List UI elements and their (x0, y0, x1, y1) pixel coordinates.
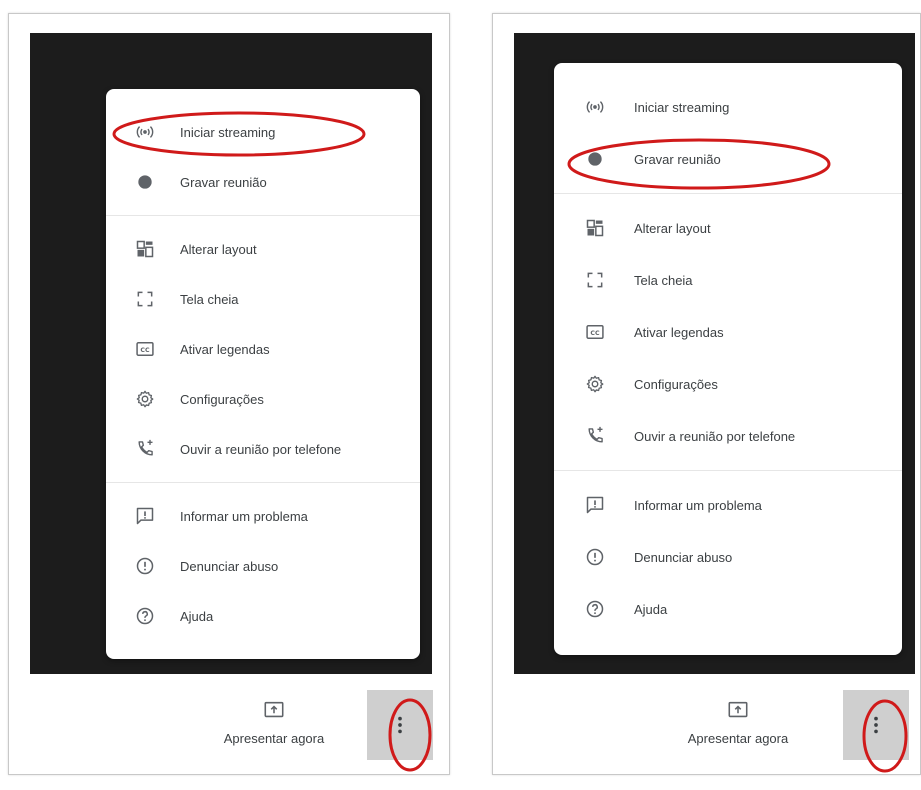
meet-window-left: Iniciar streaming Gravar reunião Alterar… (8, 13, 450, 775)
menu-item-settings[interactable]: Configurações (106, 374, 420, 424)
present-now-button[interactable]: Apresentar agora (663, 699, 813, 746)
more-options-button[interactable] (843, 690, 909, 760)
fullscreen-icon (584, 269, 606, 291)
menu-item-report-problem[interactable]: Informar um problema (554, 479, 902, 531)
menu-group-view: Alterar layout Tela cheia Ativar legenda… (554, 202, 902, 462)
meet-window-right: Iniciar streaming Gravar reunião Alterar… (492, 13, 921, 775)
menu-item-label: Configurações (180, 391, 264, 407)
menu-item-report-abuse[interactable]: Denunciar abuso (106, 541, 420, 591)
menu-item-report-problem[interactable]: Informar um problema (106, 491, 420, 541)
settings-icon (584, 373, 606, 395)
menu-group-recording: Iniciar streaming Gravar reunião (106, 89, 420, 207)
help-icon (134, 605, 156, 627)
menu-divider (106, 482, 420, 483)
menu-item-label: Ouvir a reunião por telefone (634, 428, 796, 444)
meeting-bottom-bar: Apresentar agora (9, 674, 449, 774)
menu-item-start-streaming[interactable]: Iniciar streaming (554, 81, 902, 133)
present-screen-icon (727, 699, 749, 721)
menu-group-recording: Iniciar streaming Gravar reunião (554, 63, 902, 185)
menu-item-label: Tela cheia (634, 272, 693, 288)
report-icon (134, 555, 156, 577)
fullscreen-icon (134, 288, 156, 310)
layout-icon (584, 217, 606, 239)
menu-item-label: Tela cheia (180, 291, 239, 307)
help-icon (584, 598, 606, 620)
menu-item-label: Ajuda (634, 601, 668, 617)
streaming-icon (584, 96, 606, 118)
menu-item-fullscreen[interactable]: Tela cheia (106, 274, 420, 324)
menu-item-label: Alterar layout (180, 241, 257, 257)
more-options-menu: Iniciar streaming Gravar reunião Alterar… (554, 63, 902, 655)
menu-item-captions[interactable]: Ativar legendas (554, 306, 902, 358)
menu-item-record-meeting[interactable]: Gravar reunião (554, 133, 902, 185)
menu-item-label: Iniciar streaming (180, 124, 276, 140)
menu-group-view: Alterar layout Tela cheia Ativar legenda… (106, 224, 420, 474)
captions-icon (584, 321, 606, 343)
menu-item-label: Ativar legendas (634, 324, 724, 340)
menu-item-captions[interactable]: Ativar legendas (106, 324, 420, 374)
menu-item-label: Iniciar streaming (634, 99, 730, 115)
menu-item-change-layout[interactable]: Alterar layout (106, 224, 420, 274)
menu-item-settings[interactable]: Configurações (554, 358, 902, 410)
menu-divider (106, 215, 420, 216)
streaming-icon (134, 121, 156, 143)
more-options-menu: Iniciar streaming Gravar reunião Alterar… (106, 89, 420, 659)
menu-item-label: Configurações (634, 376, 718, 392)
layout-icon (134, 238, 156, 260)
menu-item-change-layout[interactable]: Alterar layout (554, 202, 902, 254)
menu-group-support: Informar um problema Denunciar abuso Aju… (106, 491, 420, 641)
settings-icon (134, 388, 156, 410)
present-now-button[interactable]: Apresentar agora (199, 699, 349, 746)
more-vert-icon (865, 714, 887, 736)
phone-icon (134, 438, 156, 460)
menu-item-help[interactable]: Ajuda (106, 591, 420, 641)
menu-item-fullscreen[interactable]: Tela cheia (554, 254, 902, 306)
menu-divider (554, 470, 902, 471)
menu-item-label: Gravar reunião (180, 174, 267, 190)
phone-icon (584, 425, 606, 447)
menu-item-dial-in-phone[interactable]: Ouvir a reunião por telefone (554, 410, 902, 462)
menu-group-support: Informar um problema Denunciar abuso Aju… (554, 479, 902, 635)
captions-icon (134, 338, 156, 360)
feedback-icon (584, 494, 606, 516)
menu-item-label: Alterar layout (634, 220, 711, 236)
record-icon (584, 148, 606, 170)
menu-item-label: Informar um problema (634, 497, 762, 513)
menu-item-label: Ativar legendas (180, 341, 270, 357)
report-icon (584, 546, 606, 568)
menu-item-label: Informar um problema (180, 508, 308, 524)
menu-item-help[interactable]: Ajuda (554, 583, 902, 635)
menu-item-record-meeting[interactable]: Gravar reunião (106, 157, 420, 207)
more-vert-icon (389, 714, 411, 736)
meeting-bottom-bar: Apresentar agora (493, 674, 920, 774)
menu-item-dial-in-phone[interactable]: Ouvir a reunião por telefone (106, 424, 420, 474)
present-now-label: Apresentar agora (223, 731, 325, 746)
menu-item-report-abuse[interactable]: Denunciar abuso (554, 531, 902, 583)
record-icon (134, 171, 156, 193)
menu-item-label: Gravar reunião (634, 151, 721, 167)
menu-item-label: Denunciar abuso (634, 549, 733, 565)
menu-divider (554, 193, 902, 194)
more-options-button[interactable] (367, 690, 433, 760)
present-screen-icon (263, 699, 285, 721)
menu-item-start-streaming[interactable]: Iniciar streaming (106, 107, 420, 157)
menu-item-label: Denunciar abuso (180, 558, 279, 574)
menu-item-label: Ajuda (180, 608, 214, 624)
menu-item-label: Ouvir a reunião por telefone (180, 441, 342, 457)
present-now-label: Apresentar agora (687, 731, 789, 746)
feedback-icon (134, 505, 156, 527)
